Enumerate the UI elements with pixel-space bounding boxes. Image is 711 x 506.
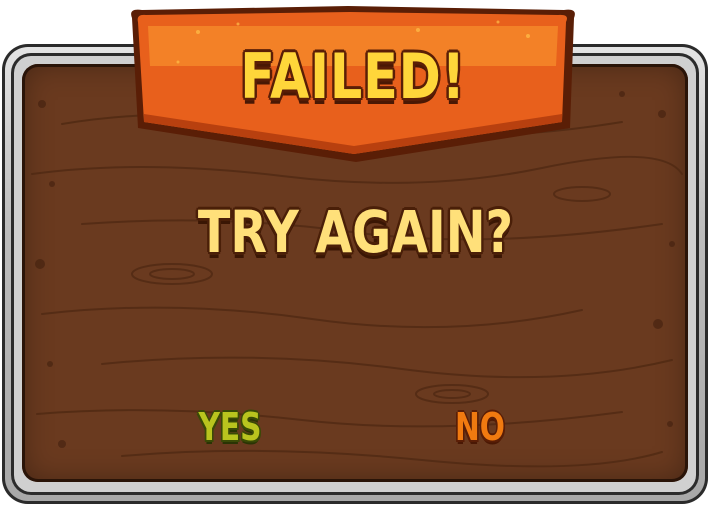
no-button[interactable]: NO	[441, 405, 519, 455]
failed-title: FAILED!	[240, 40, 466, 113]
game-over-dialog: FAILED! TRY AGAIN? YES NO	[0, 0, 711, 506]
yes-button[interactable]: YES	[183, 405, 277, 455]
failed-ribbon-banner: FAILED!	[118, 2, 588, 192]
try-again-prompt: TRY AGAIN?	[197, 198, 514, 266]
